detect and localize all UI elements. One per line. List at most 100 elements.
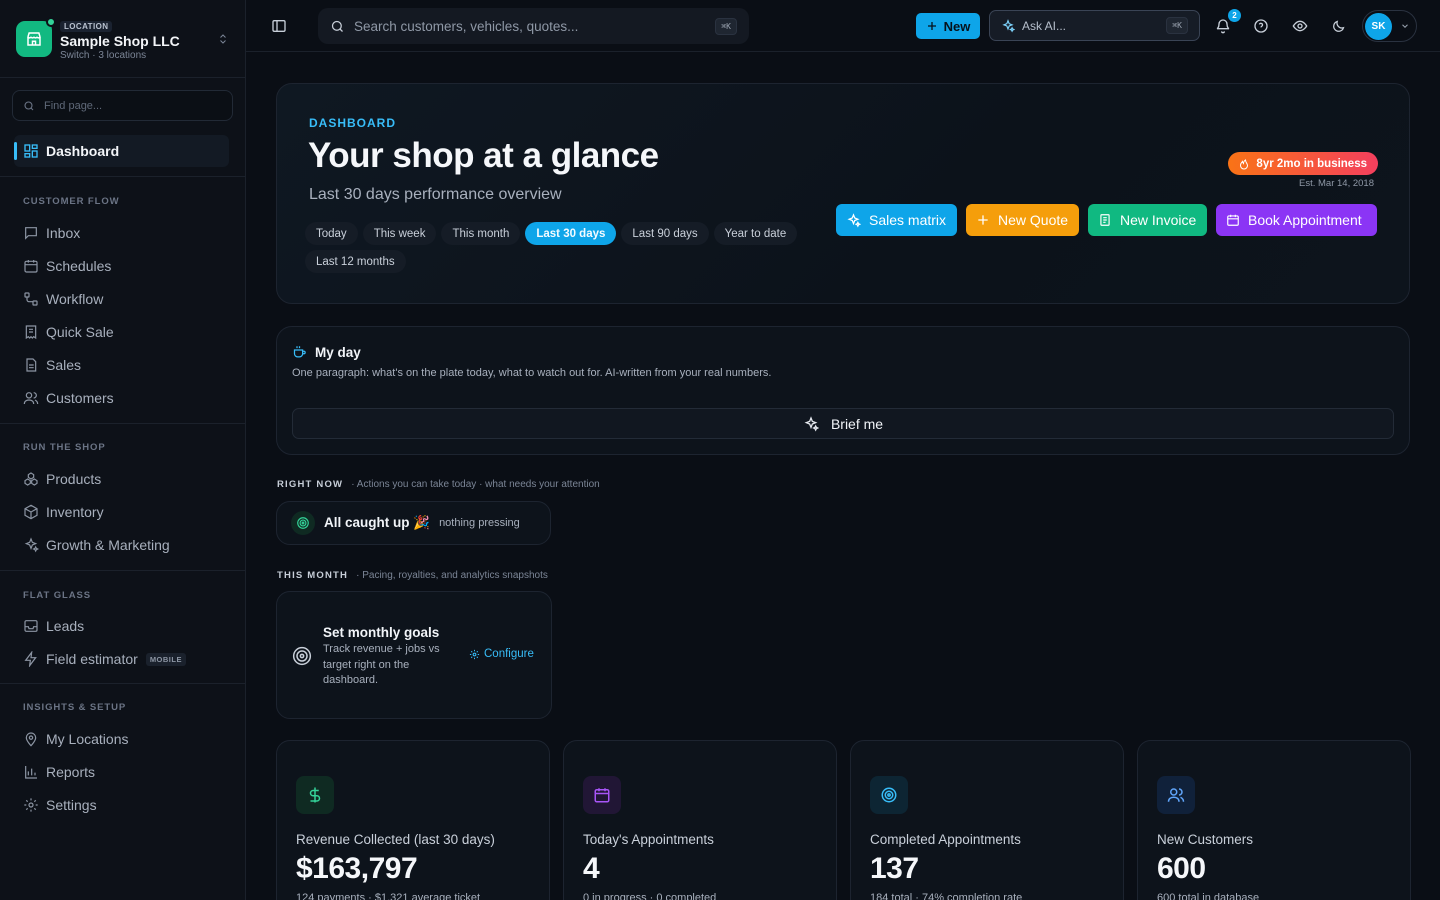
brief-me-button[interactable]: Brief me bbox=[292, 408, 1394, 439]
sidebar-item-my-locations[interactable]: My Locations bbox=[14, 723, 229, 755]
range-chip-today[interactable]: Today bbox=[305, 222, 358, 245]
stat-card-completed-appointments: Completed Appointments 137 184 total · 7… bbox=[850, 740, 1124, 900]
stat-card-todays-appointments: Today's Appointments 4 0 in progress · 0… bbox=[563, 740, 837, 900]
new-quote-button[interactable]: New Quote bbox=[966, 204, 1079, 236]
sidebar-item-products[interactable]: Products bbox=[14, 463, 229, 495]
range-chip-this-week[interactable]: This week bbox=[362, 222, 437, 245]
stat-value: 600 bbox=[1157, 852, 1206, 885]
stat-sub: 600 total in database bbox=[1157, 892, 1260, 900]
sidebar-item-leads[interactable]: Leads bbox=[14, 610, 229, 642]
inbox-tray-icon bbox=[24, 620, 38, 632]
bar-chart-icon bbox=[25, 766, 37, 779]
sidebar-item-schedules[interactable]: Schedules bbox=[14, 250, 229, 282]
business-age-badge: 8yr 2mo in business bbox=[1228, 152, 1378, 175]
sidebar-item-label: Workflow bbox=[46, 291, 104, 307]
sidebar-item-workflow[interactable]: Workflow bbox=[14, 283, 229, 315]
stat-value: 137 bbox=[870, 852, 919, 885]
gear-icon bbox=[24, 798, 38, 812]
configure-label: Configure bbox=[484, 648, 534, 660]
page-title: Your shop at a glance bbox=[308, 136, 659, 175]
sidebar-item-label: My Locations bbox=[46, 731, 129, 747]
calendar-icon bbox=[1227, 214, 1239, 226]
new-invoice-label: New Invoice bbox=[1120, 212, 1197, 228]
sidebar-item-customers[interactable]: Customers bbox=[14, 382, 229, 414]
configure-goals-link[interactable]: Configure bbox=[469, 648, 534, 660]
location-name: Sample Shop LLC bbox=[60, 32, 180, 49]
calendar-icon bbox=[583, 776, 621, 814]
my-day-title-text: My day bbox=[315, 345, 361, 360]
online-dot bbox=[46, 16, 56, 27]
find-page-input[interactable] bbox=[44, 99, 204, 112]
help-circle-icon bbox=[1254, 19, 1268, 33]
range-chip-last-90-days[interactable]: Last 90 days bbox=[621, 222, 709, 245]
theme-toggle-button[interactable] bbox=[1323, 11, 1353, 41]
new-button[interactable]: New bbox=[916, 13, 980, 39]
sidebar-item-inventory[interactable]: Inventory bbox=[14, 496, 229, 528]
sales-matrix-label: Sales matrix bbox=[869, 212, 947, 228]
this-month-label: THIS MONTH bbox=[277, 570, 349, 581]
sidebar-item-sales[interactable]: Sales bbox=[14, 349, 229, 381]
stat-label: Revenue Collected (last 30 days) bbox=[296, 832, 495, 847]
user-menu[interactable]: SK bbox=[1362, 10, 1417, 42]
location-switcher[interactable]: LOCATION Sample Shop LLC Switch · 3 loca… bbox=[0, 0, 245, 78]
stat-card-new-customers: New Customers 600 600 total in database bbox=[1137, 740, 1411, 900]
book-appointment-button[interactable]: Book Appointment bbox=[1216, 204, 1377, 236]
page-eyebrow: DASHBOARD bbox=[309, 116, 396, 130]
stat-sub: 124 payments · $1,321 average ticket bbox=[296, 892, 481, 900]
sparkles-icon bbox=[847, 212, 861, 228]
gear-icon bbox=[469, 649, 480, 659]
users-icon bbox=[23, 392, 39, 405]
sidebar-item-label: Products bbox=[46, 471, 102, 487]
target-icon bbox=[292, 646, 312, 666]
document-icon bbox=[26, 358, 37, 372]
range-chip-last-30-days[interactable]: Last 30 days bbox=[525, 222, 617, 245]
section-flat-glass: FLAT GLASS bbox=[23, 589, 91, 601]
search-input[interactable] bbox=[354, 18, 716, 34]
notifications-button[interactable]: 2 bbox=[1208, 9, 1241, 41]
sidebar-item-label: Field estimator bbox=[46, 651, 138, 667]
range-chip-this-month[interactable]: This month bbox=[441, 222, 521, 245]
range-chip-year-to-date[interactable]: Year to date bbox=[713, 222, 798, 245]
sidebar-item-growth[interactable]: Growth & Marketing bbox=[14, 529, 229, 561]
target-icon bbox=[291, 511, 315, 535]
plus-icon bbox=[978, 215, 988, 225]
this-month-description: · Pacing, royalties, and analytics snaps… bbox=[356, 570, 548, 581]
eye-icon bbox=[1292, 20, 1308, 32]
chevron-updown-icon bbox=[220, 33, 226, 44]
brief-me-label: Brief me bbox=[830, 415, 884, 432]
hero-card: DASHBOARD Your shop at a glance Last 30 … bbox=[276, 83, 1410, 304]
sidebar-toggle-button[interactable] bbox=[264, 11, 294, 41]
sales-matrix-button[interactable]: Sales matrix bbox=[836, 204, 957, 236]
stat-sub: 184 total · 74% completion rate bbox=[870, 892, 1023, 900]
section-run-the-shop: RUN THE SHOP bbox=[23, 441, 106, 453]
store-icon bbox=[16, 16, 56, 57]
workflow-icon bbox=[24, 292, 38, 306]
sparkles-icon bbox=[804, 415, 819, 431]
preview-button[interactable] bbox=[1285, 11, 1315, 41]
help-button[interactable] bbox=[1246, 11, 1276, 41]
search-icon bbox=[331, 20, 343, 32]
sparkles-icon bbox=[24, 537, 39, 553]
stat-label: Today's Appointments bbox=[583, 832, 714, 847]
established-date: Est. Mar 14, 2018 bbox=[1299, 178, 1374, 189]
calendar-icon bbox=[24, 260, 38, 273]
sidebar-item-quick-sale[interactable]: Quick Sale bbox=[14, 316, 229, 348]
find-page-box bbox=[12, 90, 233, 121]
status-sub: nothing pressing bbox=[439, 517, 520, 529]
sidebar-item-label: Schedules bbox=[46, 258, 112, 274]
moon-icon bbox=[1332, 20, 1344, 32]
stat-label: Completed Appointments bbox=[870, 832, 1021, 847]
sidebar-item-field-estimator[interactable]: Field estimator MOBILE bbox=[14, 643, 229, 675]
new-invoice-button[interactable]: New Invoice bbox=[1088, 204, 1207, 236]
range-chip-last-12-months[interactable]: Last 12 months bbox=[305, 250, 406, 273]
sidebar-item-dashboard[interactable]: Dashboard bbox=[14, 135, 229, 167]
sidebar-item-inbox[interactable]: Inbox bbox=[14, 217, 229, 249]
ask-ai-button[interactable]: Ask AI... ⌘K bbox=[989, 10, 1200, 41]
dollar-icon bbox=[296, 776, 334, 814]
notification-count: 2 bbox=[1228, 9, 1241, 22]
message-icon bbox=[25, 227, 37, 240]
sidebar-item-settings[interactable]: Settings bbox=[14, 789, 229, 821]
stat-value: 4 bbox=[583, 852, 600, 885]
sidebar-item-reports[interactable]: Reports bbox=[14, 756, 229, 788]
quick-actions: Sales matrix New Quote New Invoice Book … bbox=[836, 204, 1377, 236]
